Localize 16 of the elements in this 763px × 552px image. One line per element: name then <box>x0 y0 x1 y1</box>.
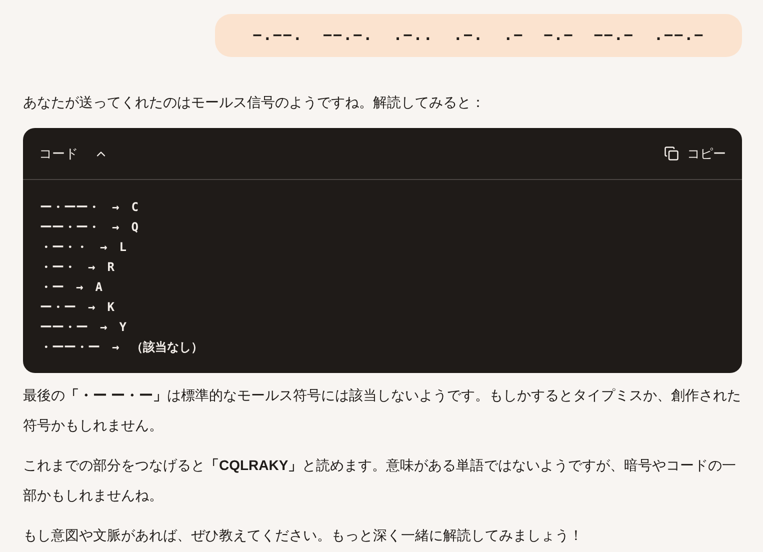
code-line: ・ー・・ → L <box>40 239 128 256</box>
code-line: ーー・ー → Y <box>40 319 128 336</box>
code-line: ー・ーー・ → C <box>40 199 140 216</box>
code-line: ーー・ー・ → Q <box>40 219 140 236</box>
paragraph: これまでの部分をつなげると「CQLRAKY」と読めます。意味がある単語ではないようですが、暗号やコードの一部かもしれませんね。 <box>23 456 738 505</box>
copy-button[interactable]: コピー <box>664 144 726 164</box>
paragraph: もし意図や文脈があれば、ぜひ教えてください。もっと深く一緒に解読してみましょう！ <box>23 526 584 545</box>
code-line: ・ー・ → R <box>40 259 116 276</box>
code-line: ー・ー → K <box>40 299 116 316</box>
intro-text: あなたが送ってくれたのはモールス信号のようですね。解読してみると： <box>23 93 486 112</box>
copy-icon <box>664 146 679 161</box>
user-message: −.−−. −−.−. .−.. .−. .− −.− −−.− .−−.− <box>215 14 742 57</box>
code-line: ・ー → A <box>40 279 104 296</box>
code-line: ・ーー・ー → （該当なし） <box>40 339 204 356</box>
code-label: コード <box>39 144 78 163</box>
paragraph: 最後の「・ー ー・ー」は標準的なモールス符号には該当しないようです。もしかするとタイプミスか、創作された符号かもしれません。 <box>23 386 742 435</box>
